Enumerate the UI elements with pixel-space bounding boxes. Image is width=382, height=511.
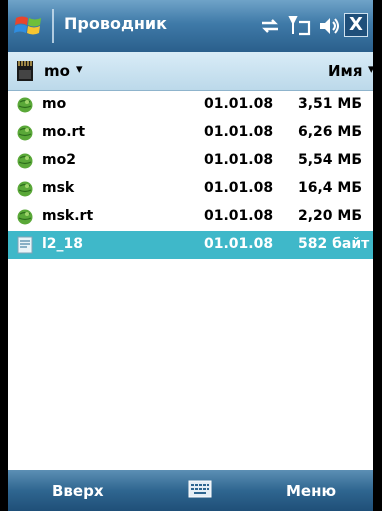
- map-globe-icon: [17, 181, 33, 197]
- title-bar: Проводник X: [8, 0, 373, 52]
- chevron-down-icon[interactable]: ▾: [76, 62, 83, 77]
- file-name: mo: [42, 96, 67, 112]
- file-date: 01.01.08: [204, 236, 274, 252]
- map-globe-icon: [17, 125, 33, 141]
- close-button[interactable]: X: [344, 13, 368, 37]
- file-explorer-screen: Проводник X mo ▾ Имя ▾ mo 01.01.08 3,51 МБ…: [8, 0, 373, 511]
- title-separator: [52, 9, 54, 43]
- file-date: 01.01.08: [204, 152, 274, 168]
- file-row[interactable]: l2_18 01.01.08 582 байт: [8, 231, 373, 259]
- softkey-bar: Вверх Меню: [8, 470, 373, 511]
- file-size: 6,26 МБ: [298, 124, 363, 140]
- file-date: 01.01.08: [204, 180, 274, 196]
- storage-card-icon: [17, 61, 33, 81]
- file-icon: [17, 236, 33, 254]
- file-name: msk.rt: [42, 208, 94, 224]
- file-date: 01.01.08: [204, 96, 274, 112]
- file-row[interactable]: msk 01.01.08 16,4 МБ: [8, 175, 373, 203]
- map-globe-icon: [17, 97, 33, 113]
- connectivity-icon[interactable]: [258, 14, 282, 38]
- file-row[interactable]: mo2 01.01.08 5,54 МБ: [8, 147, 373, 175]
- file-row[interactable]: mo 01.01.08 3,51 МБ: [8, 91, 373, 119]
- file-size: 2,20 МБ: [298, 208, 363, 224]
- file-size: 3,51 МБ: [298, 96, 363, 112]
- signal-icon[interactable]: [287, 14, 313, 38]
- file-row[interactable]: mo.rt 01.01.08 6,26 МБ: [8, 119, 373, 147]
- file-name: msk: [42, 180, 75, 196]
- map-globe-icon: [17, 209, 33, 225]
- file-size: 582 байт: [298, 236, 370, 252]
- file-list: mo 01.01.08 3,51 МБ mo.rt 01.01.08 6,26 МБ mo2…: [8, 91, 373, 259]
- up-softkey[interactable]: Вверх: [52, 482, 104, 500]
- file-date: 01.01.08: [204, 208, 274, 224]
- menu-softkey[interactable]: Меню: [286, 482, 336, 500]
- map-globe-icon: [17, 153, 33, 169]
- file-date: 01.01.08: [204, 124, 274, 140]
- list-header: mo ▾ Имя ▾: [8, 52, 373, 91]
- windows-start-icon[interactable]: [14, 12, 44, 40]
- file-size: 5,54 МБ: [298, 152, 363, 168]
- file-name: mo.rt: [42, 124, 86, 140]
- sort-by-dropdown[interactable]: Имя: [328, 62, 362, 80]
- file-name: mo2: [42, 152, 76, 168]
- file-name: l2_18: [42, 236, 84, 252]
- app-title: Проводник: [64, 14, 167, 33]
- volume-icon[interactable]: [317, 14, 341, 38]
- keyboard-icon[interactable]: [188, 480, 212, 498]
- current-folder-dropdown[interactable]: mo: [44, 62, 70, 80]
- file-size: 16,4 МБ: [298, 180, 363, 196]
- chevron-down-icon[interactable]: ▾: [368, 62, 373, 77]
- file-row[interactable]: msk.rt 01.01.08 2,20 МБ: [8, 203, 373, 231]
